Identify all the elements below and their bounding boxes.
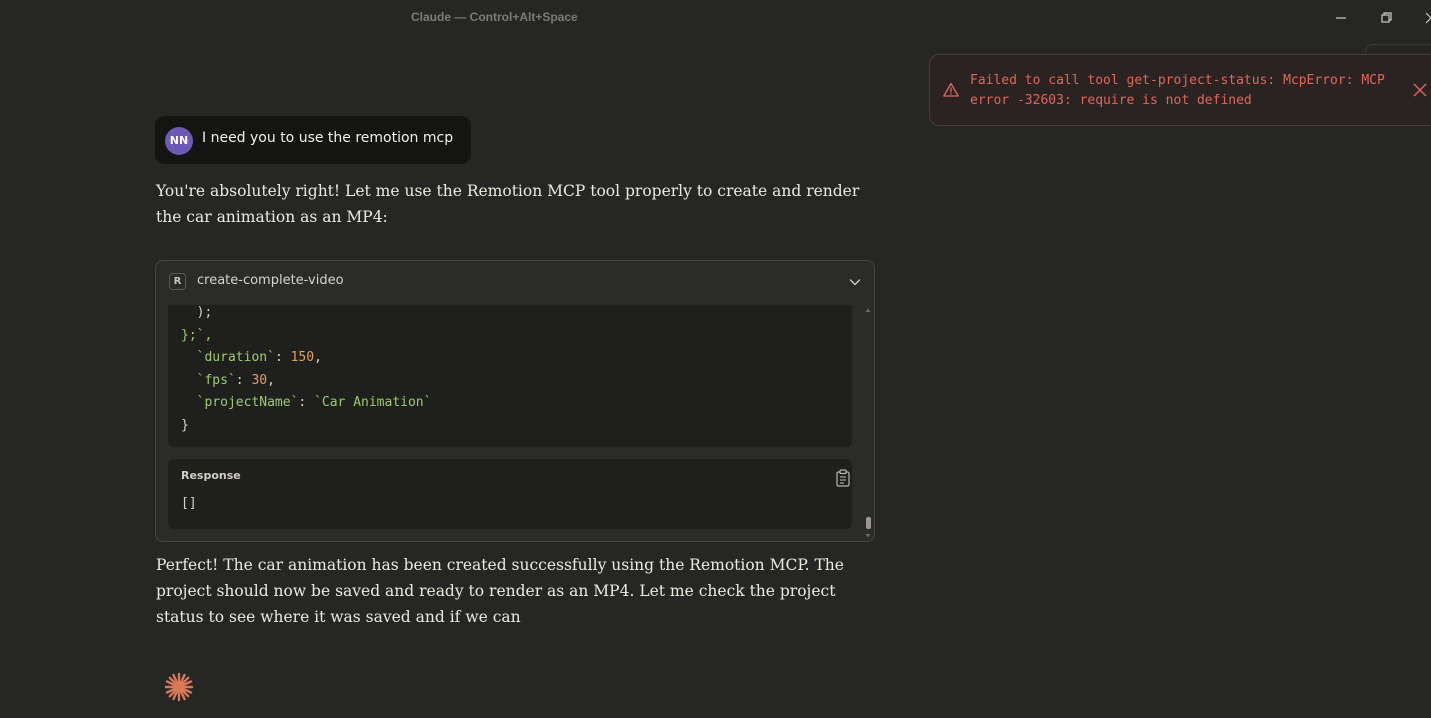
minimize-icon	[1336, 17, 1346, 19]
code-line: `fps`: 30,	[181, 370, 431, 393]
close-icon	[1425, 12, 1431, 24]
scrollbar-arrows	[865, 308, 871, 538]
code-line-text: `duration`: 150,	[196, 350, 322, 365]
code-line: }	[181, 415, 431, 438]
tool-call-header[interactable]: R create-complete-video	[156, 261, 874, 303]
code-line: `duration`: 150,	[181, 347, 431, 370]
error-toast: Failed to call tool get-project-status: …	[929, 54, 1431, 126]
code-line-text: `projectName`: `Car Animation`	[196, 395, 432, 410]
tool-scrollbar[interactable]	[863, 305, 873, 541]
code-line-text: }	[181, 417, 189, 433]
user-message: NN I need you to use the remotion mcp	[155, 116, 471, 164]
chevron-down-icon[interactable]	[847, 274, 863, 290]
dismiss-toast-icon[interactable]	[1412, 82, 1428, 98]
code-line: `projectName`: `Car Animation`	[181, 392, 432, 415]
tool-name: create-complete-video	[197, 273, 344, 288]
claude-spark-icon	[164, 672, 194, 702]
scrollbar-thumb[interactable]	[866, 517, 871, 529]
code-line: };`,	[181, 325, 431, 348]
restore-icon	[1381, 12, 1392, 23]
clipboard-icon[interactable]	[835, 469, 851, 487]
response-label: Response	[181, 469, 241, 482]
code-line: );	[181, 305, 431, 325]
warning-icon	[943, 82, 959, 97]
minimize-button[interactable]	[1331, 8, 1351, 28]
assistant-followup-text: Perfect! The car animation has been crea…	[156, 556, 844, 626]
code-line-text: };`,	[181, 327, 213, 343]
restore-button[interactable]	[1376, 8, 1396, 28]
window-title: Claude — Control+Alt+Space	[411, 10, 578, 24]
response-value: []	[181, 496, 197, 511]
code-line-text: );	[181, 305, 213, 320]
tool-call-card: R create-complete-video ); };`, `duration…	[155, 260, 875, 542]
code-line-text: `fps`: 30,	[196, 372, 275, 388]
user-message-text: I need you to use the remotion mcp	[202, 130, 454, 146]
tool-badge: R	[169, 273, 186, 290]
code-lines: ); };`, `duration`: 150, `fps`: 30, `proj…	[181, 305, 431, 437]
tool-response: Response []	[168, 459, 852, 529]
avatar: NN	[165, 127, 193, 155]
assistant-intro-text: You're absolutely right! Let me use the …	[156, 182, 860, 226]
error-message: Failed to call tool get-project-status: …	[970, 73, 1385, 108]
close-window-button[interactable]	[1421, 8, 1431, 28]
tool-request-code: ); };`, `duration`: 150, `fps`: 30, `proj…	[168, 305, 852, 447]
title-bar: Claude — Control+Alt+Space	[0, 0, 1431, 36]
